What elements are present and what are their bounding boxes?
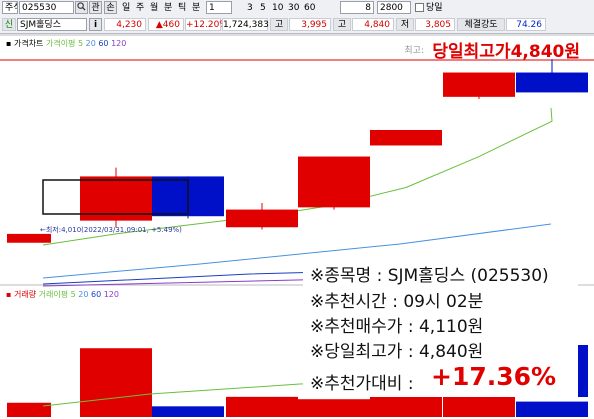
stock-name: SJM홀딩스 bbox=[17, 18, 87, 31]
period-value: 1 bbox=[209, 3, 215, 13]
period-week[interactable]: 주 bbox=[136, 1, 144, 15]
interval-input[interactable]: 8 bbox=[340, 1, 374, 14]
info-recommend-price: ※추천매수가 : 4,110원 bbox=[310, 317, 484, 337]
info-stock-name: ※종목명 : SJM홀딩스 (025530) bbox=[310, 266, 549, 286]
low-price-note: ←최저:4,010(2022/03/31,09:01, +5.49%) bbox=[40, 225, 182, 234]
minute-5[interactable]: 5 bbox=[260, 1, 266, 15]
volume-bar bbox=[152, 406, 224, 417]
high-price-callout: 당일최고가4,840원 bbox=[432, 42, 580, 62]
period-tick[interactable]: 틱 bbox=[178, 1, 186, 15]
legend-ma5[interactable]: 5 bbox=[78, 39, 83, 48]
volume-bar bbox=[298, 399, 370, 417]
volume-value: 1,724,383 bbox=[222, 18, 269, 31]
legend-ma60[interactable]: 60 bbox=[98, 39, 108, 48]
legend-vol-ma20[interactable]: 20 bbox=[78, 290, 88, 299]
minute-3[interactable]: 3 bbox=[247, 1, 253, 15]
quote-bar: 신 SJM홀딩스 i 4,230 ▲460 +12.20% 1,724,383 … bbox=[0, 17, 594, 34]
credit-tag: 신 bbox=[2, 18, 16, 31]
volume-bar bbox=[370, 395, 442, 417]
candle-body bbox=[516, 72, 588, 93]
info-day-high: ※당일최고가 : 4,840원 bbox=[310, 342, 484, 362]
candle-body bbox=[370, 130, 442, 146]
lock-button-label: 손 bbox=[106, 3, 115, 13]
legend-volume[interactable]: 거래량 bbox=[14, 290, 36, 299]
legend-vol-ma5[interactable]: 5 bbox=[71, 290, 76, 299]
lock-button[interactable]: 손 bbox=[104, 1, 117, 14]
candle-body bbox=[226, 209, 298, 228]
market-select[interactable]: 주식 bbox=[2, 1, 18, 14]
candle-body bbox=[298, 156, 370, 208]
legend-ma20[interactable]: 20 bbox=[86, 39, 96, 48]
high-small-label: 최고: bbox=[404, 46, 424, 56]
info-gain-value: +17.36% bbox=[431, 362, 556, 391]
period-month[interactable]: 월 bbox=[150, 1, 158, 15]
minute-30[interactable]: 30 bbox=[288, 1, 299, 15]
info-icon[interactable]: i bbox=[89, 18, 102, 31]
magnifier-glyph bbox=[77, 2, 86, 11]
legend-vol-ma60[interactable]: 60 bbox=[91, 290, 101, 299]
low-value: 3,805 bbox=[415, 18, 455, 31]
legend-ma120[interactable]: 120 bbox=[111, 39, 126, 48]
minute-60[interactable]: 60 bbox=[304, 1, 315, 15]
volume-bar bbox=[516, 401, 588, 417]
minute-10[interactable]: 10 bbox=[272, 1, 283, 15]
volume-bar-edge bbox=[578, 345, 588, 397]
gain-percent: +17.36% bbox=[431, 362, 557, 391]
legend-price-chart[interactable]: 가격차트 bbox=[14, 39, 43, 48]
legend-ma-label[interactable]: 가격이평 bbox=[46, 39, 75, 48]
info-recommend-time: ※추천시간 : 09시 02분 bbox=[310, 292, 484, 312]
stock-name-text: SJM홀딩스 bbox=[20, 20, 61, 30]
period-minute[interactable]: 분 bbox=[164, 1, 172, 15]
legend-vol-marker: ▪ bbox=[6, 290, 12, 299]
high-value: 3,995 bbox=[289, 18, 331, 31]
count-input[interactable]: 2800 bbox=[377, 1, 411, 14]
low-label: 저 bbox=[396, 18, 414, 31]
candle-body bbox=[7, 233, 51, 243]
interval-value: 8 bbox=[365, 3, 371, 13]
high-label: 고 bbox=[270, 18, 288, 31]
price-legend: ▪ 가격차트 가격이평 5 20 60 120 bbox=[6, 38, 126, 49]
count-value: 2800 bbox=[380, 3, 403, 13]
stock-code-value: 025530 bbox=[22, 3, 57, 13]
legend-vol-ma120[interactable]: 120 bbox=[104, 290, 119, 299]
period-value-select[interactable]: 1 bbox=[206, 1, 232, 14]
stock-code-input[interactable]: 025530 bbox=[19, 1, 74, 14]
interest-button[interactable]: 관 bbox=[89, 1, 102, 14]
period-minute-2[interactable]: 분 bbox=[192, 1, 200, 15]
strength-value: 74.26 bbox=[506, 18, 546, 31]
price-change-pct: +12.20% bbox=[185, 18, 228, 31]
price-change: ▲460 bbox=[148, 18, 184, 31]
open-label: 고 bbox=[333, 18, 351, 31]
open-value: 4,840 bbox=[352, 18, 394, 31]
strength-label: 체결강도 bbox=[457, 18, 505, 31]
toolbar-top: 주식 025530 관 손 일 주 월 분 틱 분 1 3 5 10 30 60… bbox=[0, 0, 594, 18]
legend-vol-ma-label[interactable]: 거래이평 bbox=[39, 290, 68, 299]
volume-bar bbox=[226, 396, 298, 417]
volume-bar bbox=[7, 402, 51, 417]
volume-legend: ▪ 거래량 거래이평 5 20 60 120 bbox=[6, 289, 119, 300]
market-select-label: 주식 bbox=[5, 3, 17, 13]
candle-body bbox=[443, 72, 515, 97]
today-checkbox[interactable] bbox=[415, 3, 424, 12]
period-day[interactable]: 일 bbox=[122, 1, 130, 15]
current-price: 4,230 bbox=[104, 18, 146, 31]
search-icon[interactable] bbox=[75, 1, 88, 14]
legend-marker: ▪ bbox=[6, 39, 12, 48]
today-checkbox-label: 당일 bbox=[426, 3, 443, 13]
recommendation-info-box: ※종목명 : SJM홀딩스 (025530) ※추천시간 : 09시 02분 ※… bbox=[303, 259, 578, 397]
volume-bar bbox=[80, 348, 152, 417]
interest-button-label: 관 bbox=[91, 3, 100, 13]
info-gain-label: ※추천가대비 : bbox=[310, 374, 414, 394]
info-icon-glyph: i bbox=[93, 20, 98, 30]
